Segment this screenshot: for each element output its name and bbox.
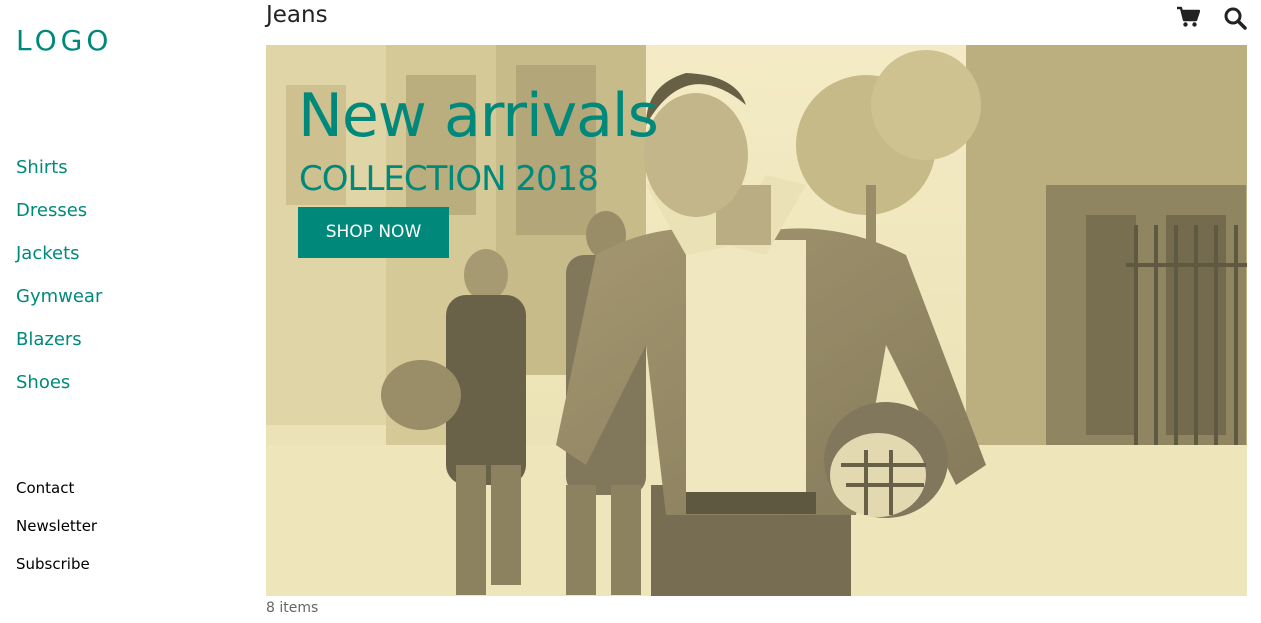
sidebar-item-dresses[interactable]: Dresses <box>16 198 102 241</box>
contact-link[interactable]: Contact <box>16 478 97 516</box>
cart-icon[interactable] <box>1176 6 1202 30</box>
hero-banner: New arrivals COLLECTION 2018 SHOP NOW <box>266 45 1247 596</box>
sidebar-item-blazers[interactable]: Blazers <box>16 327 102 370</box>
newsletter-link[interactable]: Newsletter <box>16 516 97 554</box>
logo[interactable]: LOGO <box>16 24 112 57</box>
sidebar-item-jackets[interactable]: Jackets <box>16 241 102 284</box>
category-nav: Shirts Dresses Jackets Gymwear Blazers S… <box>16 155 102 413</box>
header: Jeans <box>266 0 1247 45</box>
shop-now-button[interactable]: SHOP NOW <box>298 207 449 258</box>
search-icon[interactable] <box>1223 6 1249 30</box>
sidebar-item-gymwear[interactable]: Gymwear <box>16 284 102 327</box>
sidebar-item-shirts[interactable]: Shirts <box>16 155 102 198</box>
hero-subtitle: COLLECTION 2018 <box>299 159 599 199</box>
subscribe-link[interactable]: Subscribe <box>16 554 97 592</box>
hero-title: New arrivals <box>298 81 659 151</box>
page-title: Jeans <box>266 2 328 28</box>
sidebar-item-shoes[interactable]: Shoes <box>16 370 102 413</box>
footer-nav: Contact Newsletter Subscribe <box>16 478 97 592</box>
sidebar: LOGO Shirts Dresses Jackets Gymwear Blaz… <box>0 0 250 623</box>
item-count: 8 items <box>266 600 319 616</box>
